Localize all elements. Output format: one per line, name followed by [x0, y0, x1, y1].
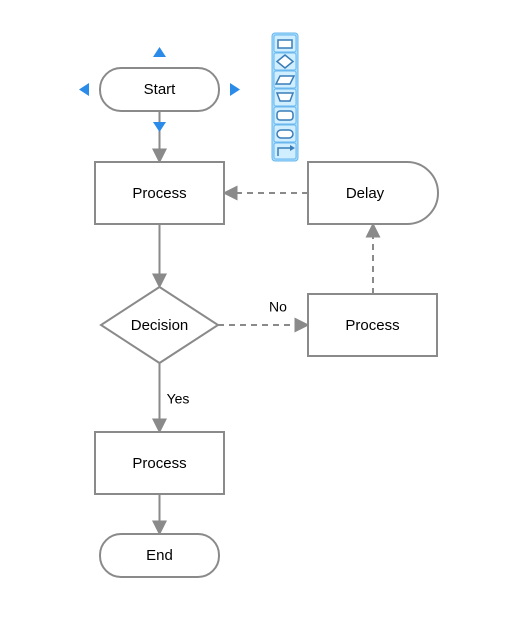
handle-left-icon[interactable]	[79, 83, 89, 96]
palette-item-trapezoid[interactable]	[274, 89, 296, 106]
node-decision-label: Decision	[131, 317, 189, 334]
node-start-label: Start	[144, 81, 177, 98]
edge-label-yes: Yes	[167, 391, 190, 407]
node-decision[interactable]: Decision	[101, 287, 218, 363]
palette-item-terminator[interactable]	[274, 125, 296, 142]
palette-item-rectangle[interactable]	[274, 35, 296, 52]
handle-top-icon[interactable]	[153, 47, 166, 57]
node-delay-label: Delay	[346, 185, 385, 202]
node-delay[interactable]: Delay	[308, 162, 438, 224]
shape-palette[interactable]	[272, 33, 298, 161]
palette-item-arrow[interactable]	[274, 143, 296, 159]
node-process1-label: Process	[132, 185, 186, 202]
node-start[interactable]: Start	[100, 68, 219, 111]
handle-bottom-icon[interactable]	[153, 122, 166, 132]
palette-item-parallelogram[interactable]	[274, 71, 296, 88]
palette-item-diamond[interactable]	[274, 53, 296, 70]
node-end-label: End	[146, 547, 173, 564]
palette-item-rounded[interactable]	[274, 107, 296, 124]
node-process2[interactable]: Process	[95, 432, 224, 494]
handle-right-icon[interactable]	[230, 83, 240, 96]
node-process1[interactable]: Process	[95, 162, 224, 224]
node-process3-label: Process	[345, 317, 399, 334]
node-process2-label: Process	[132, 455, 186, 472]
edge-label-no: No	[269, 299, 287, 315]
node-process3[interactable]: Process	[308, 294, 437, 356]
node-end[interactable]: End	[100, 534, 219, 577]
